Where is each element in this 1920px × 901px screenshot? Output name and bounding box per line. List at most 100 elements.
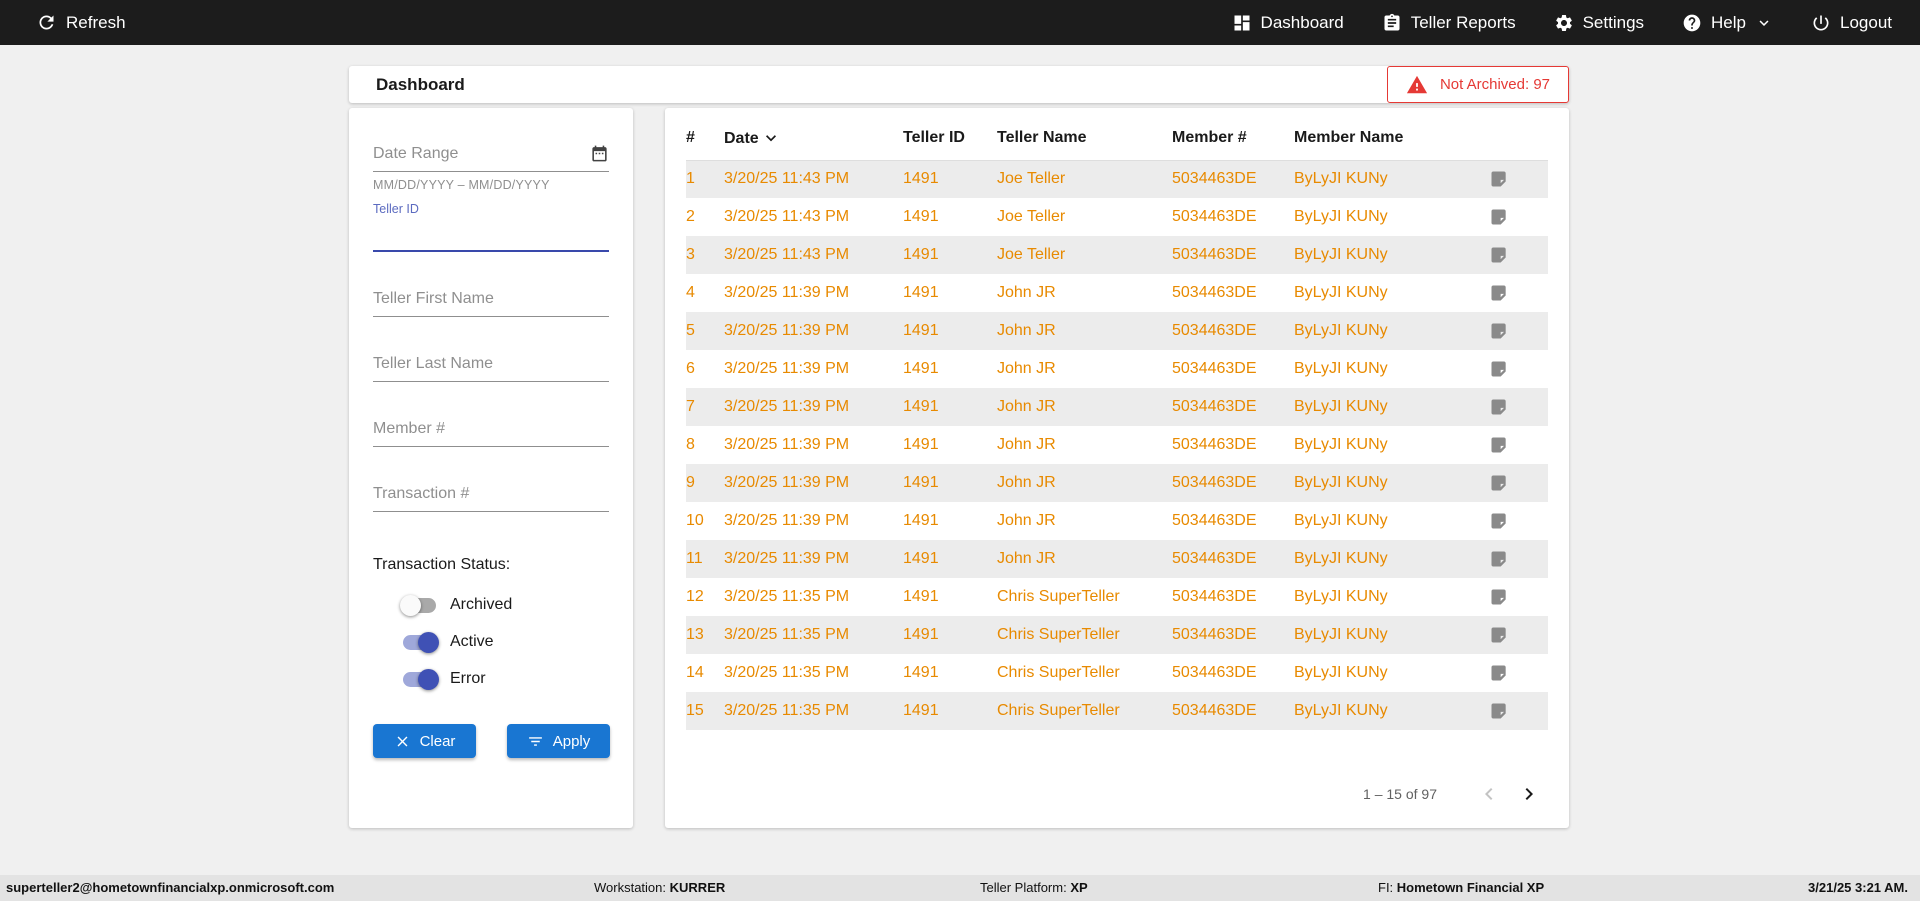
teller-id-field bbox=[373, 216, 609, 252]
nav-item-teller-reports[interactable]: Teller Reports bbox=[1382, 13, 1516, 33]
table-row[interactable]: 13 3/20/25 11:35 PM 1491 Chris SuperTeller 5… bbox=[686, 616, 1548, 654]
table-row[interactable]: 9 3/20/25 11:39 PM 1491 John JR 5034463DE ByL… bbox=[686, 464, 1548, 502]
cell-num: 13 bbox=[686, 626, 704, 643]
cell-teller-id: 1491 bbox=[903, 588, 939, 605]
nav-item-logout[interactable]: Logout bbox=[1811, 13, 1892, 33]
date-range-field bbox=[373, 136, 609, 172]
note-icon-button[interactable] bbox=[1489, 587, 1548, 607]
col-header-teller-id[interactable]: Teller ID bbox=[903, 116, 997, 161]
note-icon-button[interactable] bbox=[1489, 359, 1548, 379]
not-archived-label: Not Archived: 97 bbox=[1439, 76, 1550, 93]
next-page-button[interactable] bbox=[1517, 782, 1541, 806]
table-row[interactable]: 15 3/20/25 11:35 PM 1491 Chris SuperTeller 5… bbox=[686, 692, 1548, 730]
note-icon-button[interactable] bbox=[1489, 169, 1548, 189]
table-row[interactable]: 10 3/20/25 11:39 PM 1491 John JR 5034463DE By… bbox=[686, 502, 1548, 540]
teller-id-input[interactable] bbox=[373, 224, 609, 242]
note-icon-button[interactable] bbox=[1489, 207, 1548, 227]
col-header-num[interactable]: # bbox=[686, 116, 724, 161]
archived-toggle[interactable] bbox=[400, 594, 436, 616]
table-row[interactable]: 4 3/20/25 11:39 PM 1491 John JR 5034463DE ByL… bbox=[686, 274, 1548, 312]
table-row[interactable]: 12 3/20/25 11:35 PM 1491 Chris SuperTeller 5… bbox=[686, 578, 1548, 616]
note-icon-button[interactable] bbox=[1489, 701, 1548, 721]
note-icon-button[interactable] bbox=[1489, 435, 1548, 455]
table-row[interactable]: 1 3/20/25 11:43 PM 1491 Joe Teller 5034463DE… bbox=[686, 160, 1548, 198]
cell-date: 3/20/25 11:39 PM bbox=[724, 436, 850, 453]
cell-member-num: 5034463DE bbox=[1172, 360, 1257, 377]
cell-note bbox=[1487, 198, 1548, 236]
table-row[interactable]: 6 3/20/25 11:39 PM 1491 John JR 5034463DE ByL… bbox=[686, 350, 1548, 388]
table-row[interactable]: 5 3/20/25 11:39 PM 1491 John JR 5034463DE ByL… bbox=[686, 312, 1548, 350]
cell-member-name: ByLyJI KUNy bbox=[1294, 436, 1388, 453]
filter-buttons-row: Clear Apply bbox=[373, 724, 610, 758]
cell-teller-name: John JR bbox=[997, 474, 1056, 491]
cell-teller-name: Chris SuperTeller bbox=[997, 588, 1120, 605]
nav-label-teller-reports: Teller Reports bbox=[1410, 12, 1516, 32]
cell-teller-id: 1491 bbox=[903, 474, 939, 491]
help-icon bbox=[1683, 14, 1701, 31]
table-row[interactable]: 3 3/20/25 11:43 PM 1491 Joe Teller 5034463DE… bbox=[686, 236, 1548, 274]
cell-note bbox=[1487, 312, 1548, 350]
cell-date: 3/20/25 11:43 PM bbox=[724, 170, 850, 188]
cell-num: 7 bbox=[686, 398, 695, 415]
table-row[interactable]: 8 3/20/25 11:39 PM 1491 John JR 5034463DE ByL… bbox=[686, 426, 1548, 464]
date-range-input[interactable] bbox=[373, 144, 590, 163]
cell-member-name: ByLyJI KUNy bbox=[1294, 360, 1388, 377]
cell-note bbox=[1487, 540, 1548, 578]
calendar-icon[interactable] bbox=[590, 144, 609, 163]
cell-member-num: 5034463DE bbox=[1172, 208, 1257, 225]
teller-first-name-input[interactable] bbox=[373, 289, 609, 308]
col-header-date[interactable]: Date bbox=[724, 116, 903, 161]
table-row[interactable]: 2 3/20/25 11:43 PM 1491 Joe Teller 5034463DE… bbox=[686, 198, 1548, 236]
main-content: Dashboard Not Archived: 97 MM/DD/YYYY – … bbox=[349, 66, 1569, 828]
cell-num: 5 bbox=[686, 322, 695, 339]
status-bar: superteller2@hometownfinancialxp.onmicro… bbox=[0, 875, 1920, 901]
note-icon-button[interactable] bbox=[1489, 625, 1548, 645]
apply-button[interactable]: Apply bbox=[507, 724, 610, 758]
teller-last-name-input[interactable] bbox=[373, 354, 609, 373]
cell-num: 14 bbox=[686, 664, 704, 681]
note-icon-button[interactable] bbox=[1489, 397, 1548, 417]
cell-date: 3/20/25 11:35 PM bbox=[724, 626, 850, 643]
cell-note bbox=[1487, 350, 1548, 388]
note-icon-button[interactable] bbox=[1489, 511, 1548, 531]
cell-num: 9 bbox=[686, 474, 695, 491]
note-icon bbox=[1491, 437, 1506, 453]
note-icon bbox=[1491, 551, 1506, 567]
cell-num: 6 bbox=[686, 360, 695, 377]
note-icon-button[interactable] bbox=[1489, 663, 1548, 683]
note-icon-button[interactable] bbox=[1489, 245, 1548, 265]
col-header-teller-name[interactable]: Teller Name bbox=[997, 116, 1172, 161]
active-toggle[interactable] bbox=[403, 631, 439, 653]
transaction-number-input[interactable] bbox=[373, 484, 609, 503]
refresh-label: Refresh bbox=[66, 12, 126, 32]
note-icon-button[interactable] bbox=[1489, 283, 1548, 303]
note-icon-button[interactable] bbox=[1489, 473, 1548, 493]
cell-teller-id: 1491 bbox=[903, 284, 939, 301]
toggle-row-archived: Archived bbox=[400, 594, 609, 616]
toggle-knob bbox=[418, 631, 439, 653]
fi-value: Hometown Financial XP bbox=[1396, 880, 1545, 895]
prev-page-button[interactable] bbox=[1477, 782, 1501, 806]
clear-button[interactable]: Clear bbox=[373, 724, 476, 758]
nav-item-help[interactable]: Help bbox=[1682, 13, 1773, 33]
col-header-member-num[interactable]: Member # bbox=[1172, 116, 1294, 161]
nav-item-dashboard[interactable]: Dashboard bbox=[1232, 13, 1344, 33]
member-number-input[interactable] bbox=[373, 419, 609, 438]
cell-member-num: 5034463DE bbox=[1172, 588, 1257, 605]
cell-member-name: ByLyJI KUNy bbox=[1294, 664, 1388, 681]
refresh-button[interactable]: Refresh bbox=[36, 12, 126, 33]
active-toggle-label: Active bbox=[450, 633, 494, 650]
table-row[interactable]: 7 3/20/25 11:39 PM 1491 John JR 5034463DE ByL… bbox=[686, 388, 1548, 426]
cell-note bbox=[1487, 236, 1548, 274]
footer-fi: FI: Hometown Financial XP bbox=[1378, 875, 1544, 901]
note-icon-button[interactable] bbox=[1489, 321, 1548, 341]
col-header-member-name[interactable]: Member Name bbox=[1294, 116, 1487, 161]
cell-num: 2 bbox=[686, 208, 695, 225]
nav-item-settings[interactable]: Settings bbox=[1554, 13, 1644, 33]
table-row[interactable]: 11 3/20/25 11:39 PM 1491 John JR 5034463DE By… bbox=[686, 540, 1548, 578]
note-icon-button[interactable] bbox=[1489, 549, 1548, 569]
content-columns: MM/DD/YYYY – MM/DD/YYYY Teller ID Transa… bbox=[349, 108, 1569, 828]
cell-member-num: 5034463DE bbox=[1172, 474, 1257, 491]
error-toggle[interactable] bbox=[403, 668, 439, 690]
table-row[interactable]: 14 3/20/25 11:35 PM 1491 Chris SuperTeller 5… bbox=[686, 654, 1548, 692]
